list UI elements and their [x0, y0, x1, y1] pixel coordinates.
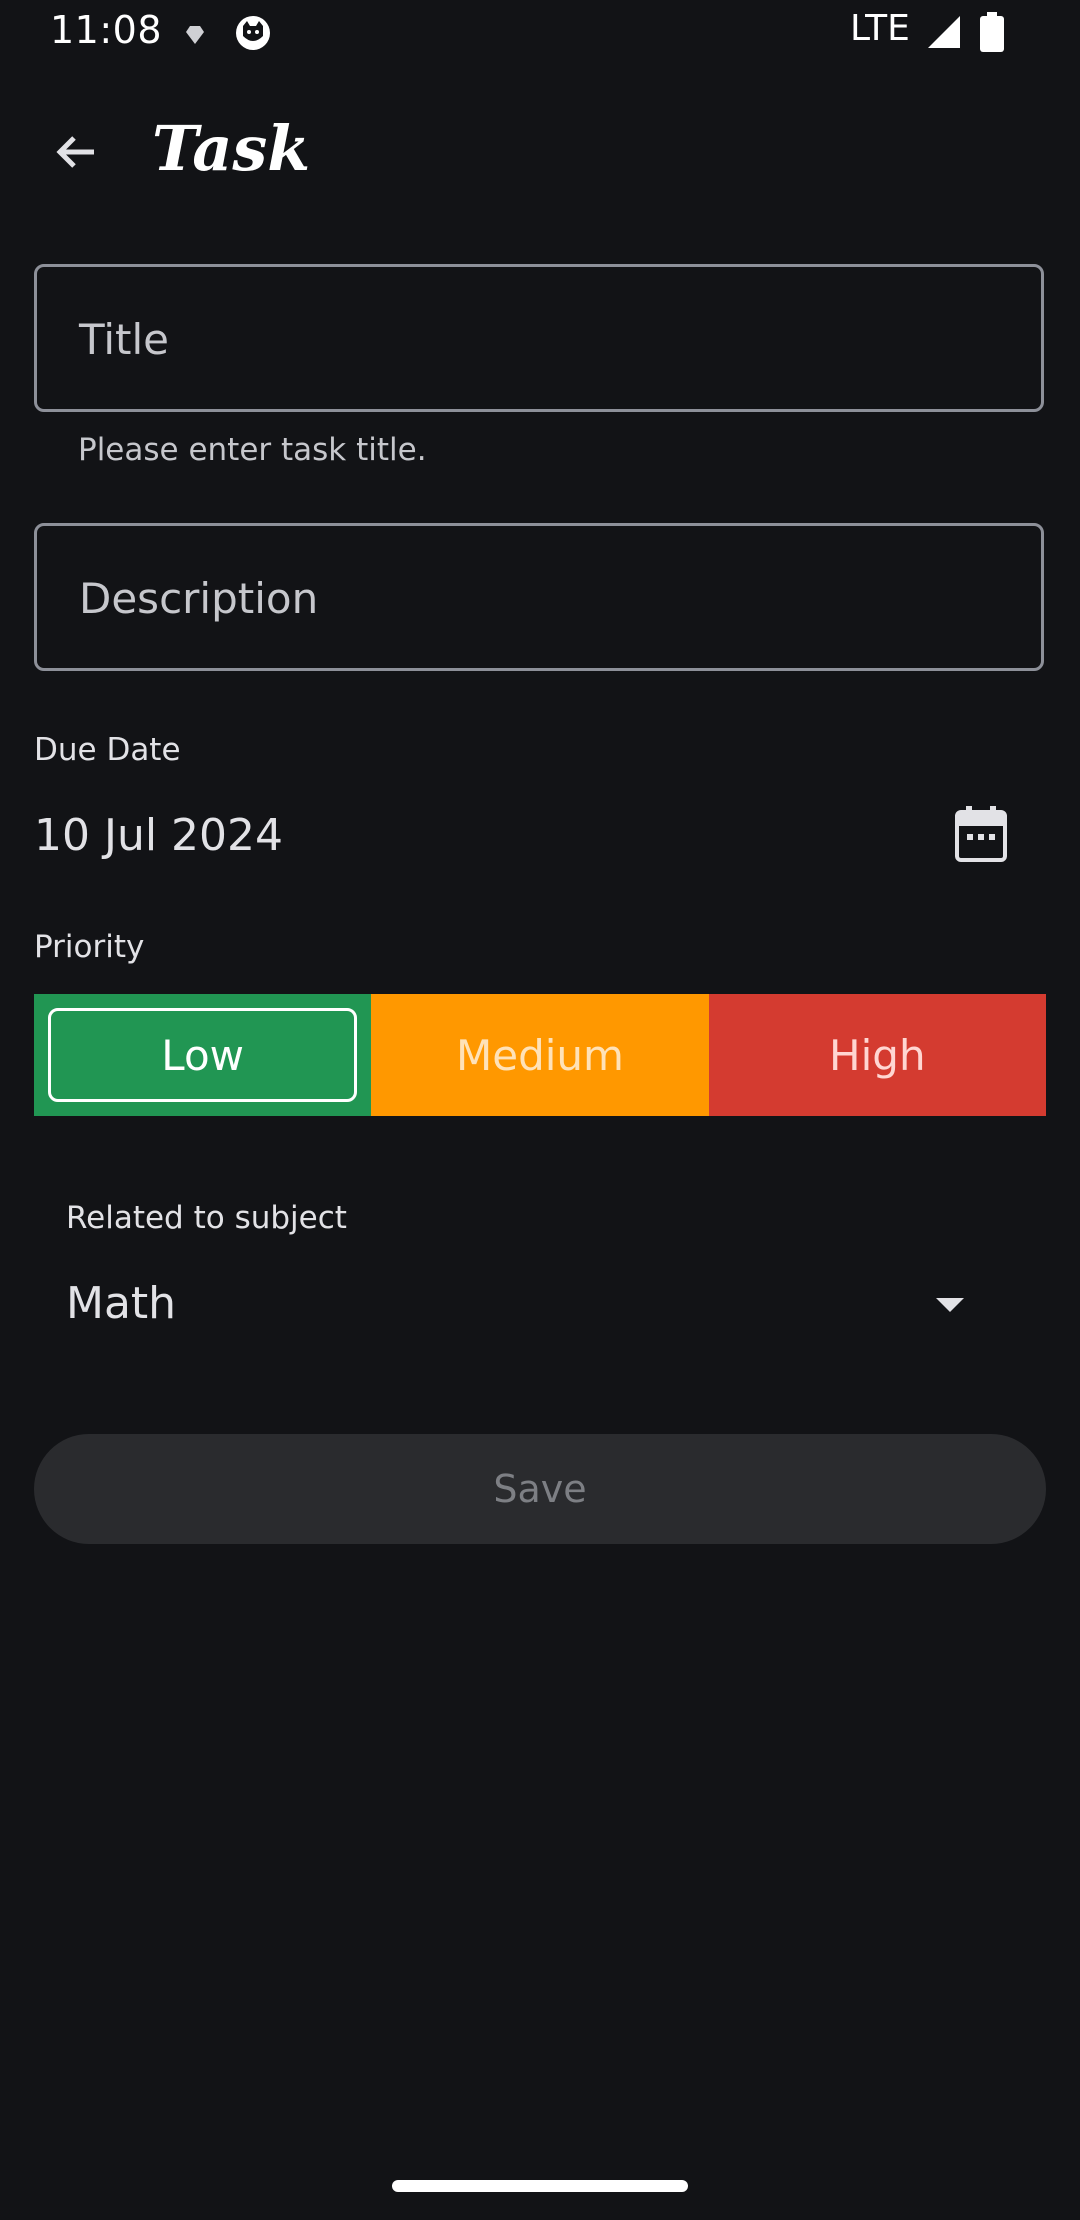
due-date-label: Due Date: [34, 732, 181, 768]
description-placeholder: Description: [79, 574, 319, 623]
top-app-bar: Task: [0, 88, 1080, 220]
battery-icon: [980, 12, 1004, 56]
calendar-icon: [955, 806, 1007, 866]
priority-medium-option[interactable]: Medium: [371, 994, 709, 1116]
priority-medium-label: Medium: [456, 1030, 624, 1080]
page-title: Task: [152, 112, 311, 185]
cat-notification-icon: [234, 14, 272, 56]
signal-icon: [926, 14, 962, 54]
title-placeholder: Title: [79, 315, 170, 364]
subject-value: Math: [66, 1278, 177, 1329]
arrow-back-icon: [52, 128, 100, 180]
priority-low-label: Low: [161, 1030, 245, 1080]
status-bar: 11:08 LTE: [0, 0, 1080, 66]
due-date-value: 10 Jul 2024: [34, 810, 284, 861]
status-time: 11:08: [50, 8, 163, 52]
priority-high-label: High: [829, 1030, 926, 1080]
network-type: LTE: [850, 8, 910, 49]
priority-label: Priority: [34, 929, 145, 965]
save-button-label: Save: [493, 1467, 587, 1511]
priority-high-option[interactable]: High: [708, 994, 1046, 1116]
back-button[interactable]: [40, 118, 112, 190]
save-button[interactable]: Save: [34, 1434, 1046, 1544]
subject-label: Related to subject: [66, 1200, 347, 1236]
date-picker-button[interactable]: [945, 800, 1017, 872]
dropdown-arrow-icon[interactable]: [930, 1290, 970, 1320]
priority-low-option[interactable]: Low: [34, 994, 372, 1116]
priority-selector: Low Medium High: [34, 994, 1046, 1116]
diamond-notification-icon: [184, 26, 206, 48]
title-field[interactable]: Title: [34, 264, 1044, 412]
title-helper-text: Please enter task title.: [78, 432, 427, 468]
description-field[interactable]: Description: [34, 523, 1044, 671]
home-indicator[interactable]: [392, 2180, 688, 2192]
